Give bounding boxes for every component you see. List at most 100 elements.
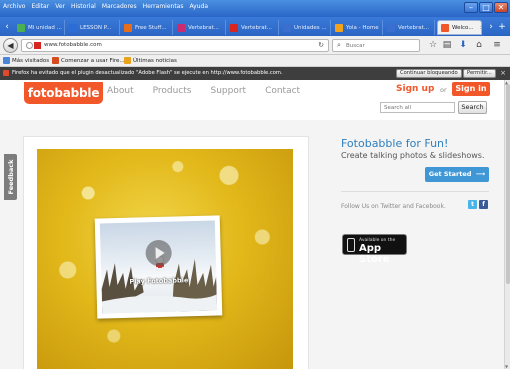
fotobabble-icon	[441, 23, 449, 32]
site-header: fotobabble About Products Support Contac…	[0, 80, 504, 120]
window-titlebar: Archivo Editar Ver Historial Marcadores …	[0, 0, 510, 17]
tab-label: Yola - Home	[346, 24, 379, 31]
site-icon	[335, 23, 343, 32]
tab-unidades[interactable]: Unidades ...	[280, 20, 331, 35]
nav-contact[interactable]: Contact	[265, 86, 300, 96]
tab-scroll-left-icon[interactable]: ‹	[2, 21, 12, 33]
bookmark-star-icon[interactable]: ☆	[427, 39, 439, 51]
firefox-icon	[52, 57, 59, 64]
menu-ver[interactable]: Ver	[55, 3, 65, 10]
tab-free-stuff[interactable]: Free Stuff...	[121, 20, 173, 35]
promo-title: Fotobabble for Fun!	[341, 137, 449, 150]
divider	[341, 191, 489, 192]
arrow-right-icon: ⟶	[473, 170, 486, 178]
new-tab-icon[interactable]: +	[497, 21, 507, 33]
tab-label: Vertebrat...	[398, 24, 430, 31]
tab-label: Vertebrat...	[241, 24, 273, 31]
tab-label: Vertebrat...	[188, 24, 220, 31]
url-bar[interactable]: www.fotobabble.com ↻	[21, 39, 329, 52]
continue-blocking-button[interactable]: Continuar bloqueando	[396, 69, 462, 78]
tab-label: Mi unidad ...	[28, 24, 62, 31]
menu-archivo[interactable]: Archivo	[3, 3, 25, 10]
site-search-button[interactable]: Search	[458, 101, 487, 114]
tab-yola-home[interactable]: Yola - Home	[332, 20, 383, 35]
signin-button[interactable]: Sign in	[452, 82, 490, 96]
close-notification-icon[interactable]: ×	[500, 69, 506, 77]
nav-products[interactable]: Products	[153, 86, 192, 96]
menu-marcadores[interactable]: Marcadores	[102, 3, 137, 10]
bookmarks-bar: Más visitados Comenzar a usar Fire... Úl…	[0, 55, 510, 67]
promo-subtitle: Create talking photos & slideshows.	[341, 151, 485, 160]
tab-lesson[interactable]: LESSON P...	[66, 20, 120, 35]
close-tab-icon[interactable]: ×	[480, 25, 481, 31]
site-search-field[interactable]	[380, 102, 455, 113]
flash-player-stage[interactable]: Play Fotobabble	[37, 149, 293, 369]
signup-link[interactable]: Sign up	[396, 84, 434, 94]
menu-ayuda[interactable]: Ayuda	[189, 3, 208, 10]
feedback-tab[interactable]: Feedback	[4, 154, 17, 200]
or-label: or	[440, 86, 447, 94]
allow-plugin-button[interactable]: Permitir...	[463, 69, 496, 78]
scroll-down-icon[interactable]: ▼	[505, 364, 508, 369]
navigation-toolbar: ◀ www.fotobabble.com ↻ ⌕ ☆ ▤ ⬇ ⌂ ≡	[0, 36, 510, 55]
minimize-button[interactable]: –	[464, 2, 478, 13]
browser-search-bar[interactable]: ⌕	[332, 39, 420, 52]
tab-label: Unidades ...	[294, 24, 327, 31]
menu-editar[interactable]: Editar	[31, 3, 49, 10]
main-content: Feedback Play Fotobabble Fotobabble for …	[0, 120, 504, 369]
tab-vertebrat-2[interactable]: Vertebrat...	[227, 20, 279, 35]
appstore-big-text: App Store	[359, 243, 390, 265]
reload-icon[interactable]: ↻	[318, 41, 324, 49]
scrollbar-thumb[interactable]	[506, 84, 510, 284]
tab-mi-unidad[interactable]: Mi unidad ...	[14, 20, 65, 35]
tab-label: Welco...	[452, 24, 474, 31]
home-icon[interactable]: ⌂	[473, 39, 485, 51]
facebook-icon[interactable]: f	[479, 200, 488, 209]
close-window-button[interactable]: ✕	[494, 2, 508, 13]
bookmark-latest-news[interactable]: Últimas noticias	[124, 57, 177, 64]
site-search-input[interactable]	[381, 103, 454, 113]
fotobabble-logo[interactable]: fotobabble	[24, 82, 103, 104]
tab-label: Free Stuff...	[135, 24, 167, 31]
photo-image: Play Fotobabble	[99, 220, 218, 314]
tab-vertebrat-1[interactable]: Vertebrat...	[174, 20, 226, 35]
info-icon[interactable]	[26, 42, 33, 49]
bookmark-label: Últimas noticias	[133, 57, 177, 64]
downloads-icon[interactable]: ⬇	[457, 39, 469, 51]
plugin-message: Firefox ha evitado que el plugin desactu…	[12, 70, 283, 76]
menu-historial[interactable]: Historial	[71, 3, 96, 10]
tab-welcome[interactable]: Welco... ×	[437, 20, 482, 35]
bookmark-getting-started[interactable]: Comenzar a usar Fire...	[52, 57, 125, 64]
twitter-icon[interactable]: t	[468, 200, 477, 209]
tab-scroll-right-icon[interactable]: ›	[486, 21, 496, 33]
bookmark-most-visited[interactable]: Más visitados	[3, 57, 49, 64]
menu-bar: Archivo Editar Ver Historial Marcadores …	[3, 3, 208, 10]
bookmark-label: Más visitados	[12, 57, 50, 64]
nav-about[interactable]: About	[107, 86, 134, 96]
follow-us-text: Follow Us on Twitter and Facebook.	[341, 203, 446, 210]
plugin-warning-icon	[3, 70, 9, 76]
bookmarks-menu-icon[interactable]: ▤	[441, 39, 453, 51]
app-store-badge[interactable]: Available on the App Store	[342, 234, 407, 265]
youtube-icon	[230, 23, 238, 32]
site-icon	[177, 23, 185, 32]
tab-strip: ‹ Mi unidad ... LESSON P... Free Stuff..…	[0, 17, 510, 36]
menu-herramientas[interactable]: Herramientas	[143, 3, 184, 10]
rss-icon	[124, 57, 131, 64]
plugin-blocked-icon[interactable]	[34, 42, 41, 49]
back-button[interactable]: ◀	[3, 38, 18, 53]
tab-vertebrat-3[interactable]: Vertebrat...	[384, 20, 435, 35]
word-icon	[69, 23, 77, 32]
get-started-button[interactable]: Get Started ⟶	[425, 167, 489, 182]
get-started-label: Get Started	[428, 170, 472, 178]
menu-icon[interactable]: ≡	[491, 39, 503, 51]
window-controls: – □ ✕	[464, 2, 508, 13]
vertical-scrollbar[interactable]: ▲ ▼	[504, 80, 510, 369]
browser-search-input[interactable]	[346, 41, 416, 51]
maximize-button[interactable]: □	[479, 2, 493, 13]
search-icon: ⌕	[337, 41, 341, 49]
drive-icon	[17, 23, 25, 32]
plugin-notification-bar: Firefox ha evitado que el plugin desactu…	[0, 67, 510, 80]
nav-support[interactable]: Support	[210, 86, 246, 96]
url-text[interactable]: www.fotobabble.com	[44, 42, 102, 48]
